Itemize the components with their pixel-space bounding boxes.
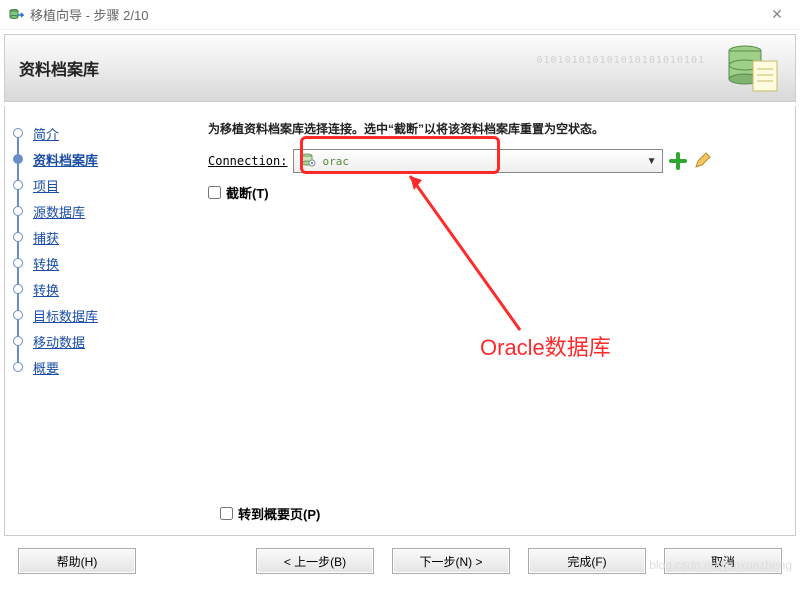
instruction-text: 为移植资料档案库选择连接。选中“截断”以将该资料档案库重置为空状态。 xyxy=(208,120,777,137)
step-label[interactable]: 移动数据 xyxy=(33,332,85,351)
step-target-db[interactable]: 目标数据库 xyxy=(13,302,182,328)
next-button[interactable]: 下一步(N) > xyxy=(392,548,510,574)
window-title: 移植向导 - 步骤 2/10 xyxy=(30,5,762,24)
step-summary[interactable]: 概要 xyxy=(13,354,182,380)
step-label[interactable]: 概要 xyxy=(33,358,59,377)
chevron-down-icon: ▼ xyxy=(647,156,657,167)
connection-dropdown[interactable]: orac ▼ xyxy=(293,149,663,173)
step-label[interactable]: 项目 xyxy=(33,176,59,195)
step-convert-2[interactable]: 转换 xyxy=(13,276,182,302)
step-intro[interactable]: 简介 xyxy=(13,120,182,146)
header-db-icon xyxy=(723,41,783,100)
step-convert-1[interactable]: 转换 xyxy=(13,250,182,276)
decorative-binary: 010101010101010101010101 xyxy=(537,55,706,66)
step-label[interactable]: 转换 xyxy=(33,280,59,299)
wizard-header: 资料档案库 010101010101010101010101 xyxy=(4,34,796,102)
connection-value: orac xyxy=(322,155,349,168)
back-button[interactable]: < 上一步(B) xyxy=(256,548,374,574)
step-capture[interactable]: 捕获 xyxy=(13,224,182,250)
step-project[interactable]: 项目 xyxy=(13,172,182,198)
connection-row: Connection: orac ▼ xyxy=(208,149,777,173)
main-pane: 为移植资料档案库选择连接。选中“截断”以将该资料档案库重置为空状态。 Conne… xyxy=(190,106,795,535)
step-label[interactable]: 捕获 xyxy=(33,228,59,247)
truncate-row: 截断(T) xyxy=(208,183,777,202)
wizard-body: 简介 资料档案库 项目 源数据库 捕获 转换 转换 目标数据库 xyxy=(4,106,796,536)
step-repository[interactable]: 资料档案库 xyxy=(13,146,182,172)
help-button[interactable]: 帮助(H) xyxy=(18,548,136,574)
goto-summary-label: 转到概要页(P) xyxy=(238,504,320,523)
cancel-button[interactable]: 取消 xyxy=(664,548,782,574)
finish-button[interactable]: 完成(F) xyxy=(528,548,646,574)
add-connection-button[interactable] xyxy=(669,152,687,170)
step-label[interactable]: 转换 xyxy=(33,254,59,273)
connection-label: Connection: xyxy=(208,154,287,168)
truncate-checkbox[interactable] xyxy=(208,186,221,199)
database-icon xyxy=(300,152,316,171)
step-label[interactable]: 简介 xyxy=(33,124,59,143)
step-label[interactable]: 目标数据库 xyxy=(33,306,98,325)
button-bar: 帮助(H) < 上一步(B) 下一步(N) > 完成(F) 取消 xyxy=(0,536,800,586)
step-source-db[interactable]: 源数据库 xyxy=(13,198,182,224)
close-button[interactable]: ✕ xyxy=(762,6,792,23)
page-title: 资料档案库 xyxy=(19,56,99,80)
truncate-label: 截断(T) xyxy=(226,183,269,202)
step-label[interactable]: 源数据库 xyxy=(33,202,85,221)
goto-summary-row: 转到概要页(P) xyxy=(220,504,320,523)
step-label[interactable]: 资料档案库 xyxy=(33,150,98,169)
app-icon xyxy=(8,7,24,23)
goto-summary-checkbox[interactable] xyxy=(220,507,233,520)
step-move-data[interactable]: 移动数据 xyxy=(13,328,182,354)
step-sidebar: 简介 资料档案库 项目 源数据库 捕获 转换 转换 目标数据库 xyxy=(5,106,190,535)
titlebar: 移植向导 - 步骤 2/10 ✕ xyxy=(0,0,800,30)
edit-connection-button[interactable] xyxy=(693,152,711,170)
